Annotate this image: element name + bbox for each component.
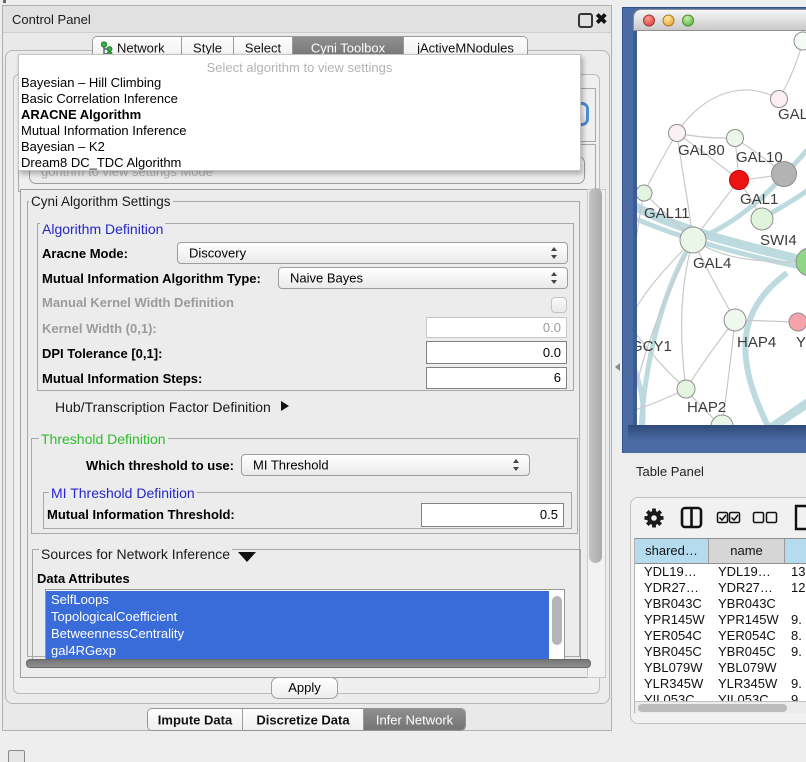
svg-text:HAP4: HAP4 [737, 334, 776, 351]
svg-text:GAL4: GAL4 [693, 255, 731, 272]
svg-text:GCY1: GCY1 [637, 338, 672, 355]
svg-text:GAL1: GAL1 [740, 191, 778, 208]
svg-text:Y: Y [796, 334, 806, 351]
svg-text:GAL10: GAL10 [736, 149, 783, 166]
svg-text:GAL11: GAL11 [644, 205, 690, 222]
svg-text:SWI4: SWI4 [760, 232, 797, 249]
svg-text:HAP2: HAP2 [687, 399, 726, 416]
svg-text:GAL80: GAL80 [678, 142, 725, 159]
svg-text:GAL: GAL [778, 106, 806, 123]
